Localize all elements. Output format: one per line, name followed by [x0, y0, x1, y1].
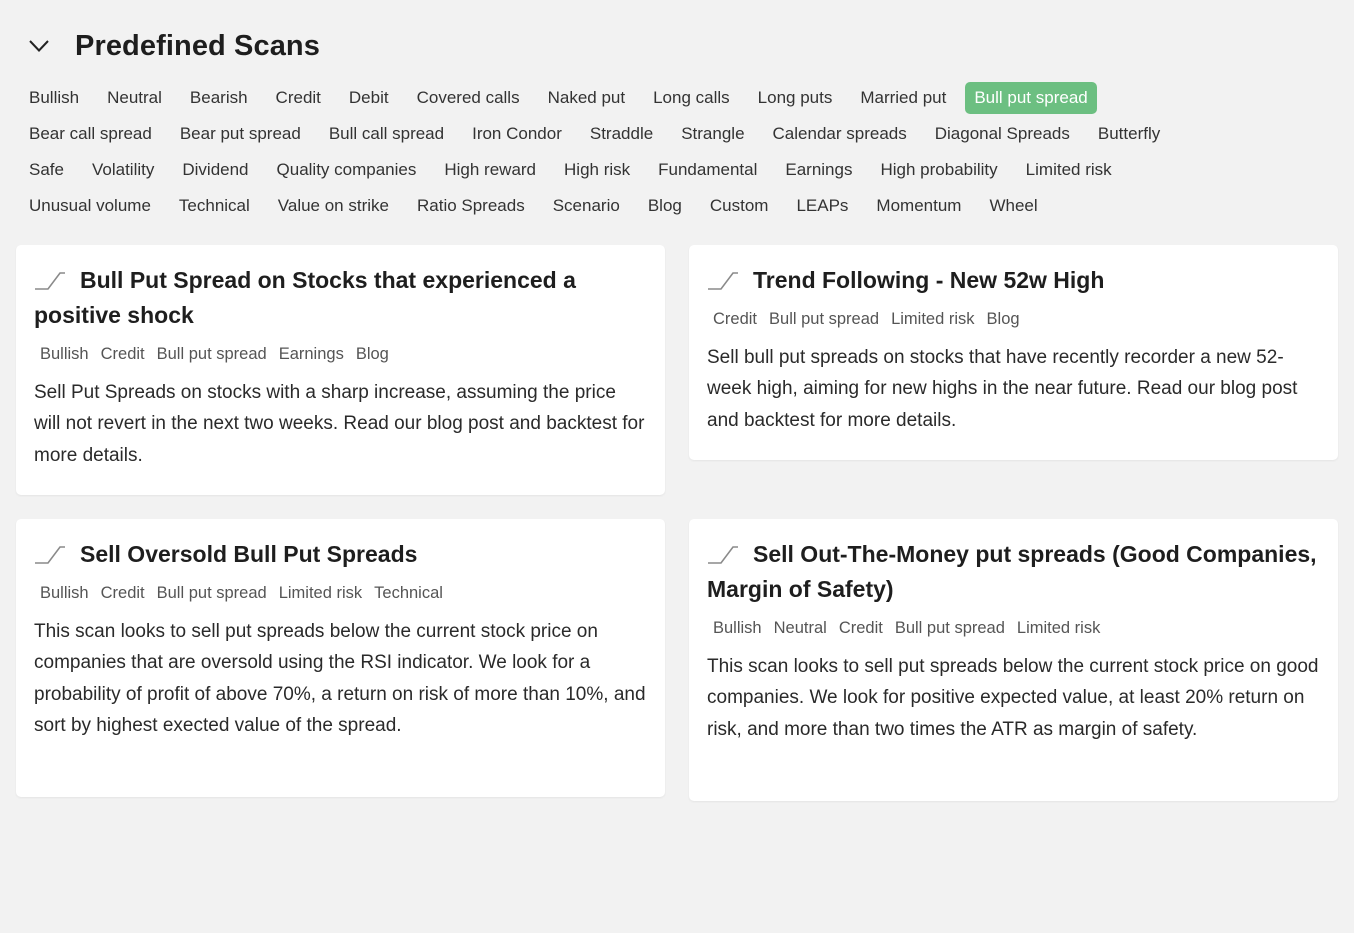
tag-bull-put-spread[interactable]: Bull put spread [151, 341, 273, 367]
bull-put-spread-payoff-icon [707, 265, 739, 290]
tag-limited-risk[interactable]: Limited risk [1011, 615, 1106, 641]
filter-row: Unusual volume Technical Value on strike Ra… [20, 190, 1340, 222]
filter-chip-scenario[interactable]: Scenario [544, 190, 629, 222]
scan-card[interactable]: Bull Put Spread on Stocks that experienc… [16, 245, 665, 495]
filter-chip-long-puts[interactable]: Long puts [749, 82, 842, 114]
filter-chip-bull-call-spread[interactable]: Bull call spread [320, 118, 453, 150]
filter-chip-butterfly[interactable]: Butterfly [1089, 118, 1169, 150]
filter-chip-bull-put-spread[interactable]: Bull put spread [965, 82, 1097, 114]
tag-bull-put-spread[interactable]: Bull put spread [889, 615, 1011, 641]
filter-chip-blog[interactable]: Blog [639, 190, 691, 222]
filter-chip-earnings[interactable]: Earnings [776, 154, 861, 186]
filter-chip-ratio-spreads[interactable]: Ratio Spreads [408, 190, 534, 222]
tag-blog[interactable]: Blog [981, 306, 1026, 332]
scan-card[interactable]: Trend Following - New 52w High Credit Bul… [689, 245, 1338, 460]
chevron-down-icon[interactable] [28, 35, 50, 57]
filter-chip-limited-risk[interactable]: Limited risk [1017, 154, 1121, 186]
filter-chip-technical[interactable]: Technical [170, 190, 259, 222]
filter-chip-diagonal-spreads[interactable]: Diagonal Spreads [926, 118, 1079, 150]
card-description: Sell Put Spreads on stocks with a sharp … [34, 382, 645, 466]
tag-bull-put-spread[interactable]: Bull put spread [763, 306, 885, 332]
filter-chip-calendar-spreads[interactable]: Calendar spreads [764, 118, 916, 150]
filter-chip-value-on-strike[interactable]: Value on strike [269, 190, 398, 222]
tag-credit[interactable]: Credit [95, 580, 151, 606]
card-description: This scan looks to sell put spreads belo… [707, 656, 1319, 740]
card-tags: Credit Bull put spread Limited risk Blog [707, 306, 1320, 332]
tag-neutral[interactable]: Neutral [768, 615, 833, 641]
filter-chip-wheel[interactable]: Wheel [980, 190, 1046, 222]
filter-chip-bear-put-spread[interactable]: Bear put spread [171, 118, 310, 150]
filter-chip-safe[interactable]: Safe [20, 154, 73, 186]
filter-chip-neutral[interactable]: Neutral [98, 82, 171, 114]
filter-chip-naked-put[interactable]: Naked put [539, 82, 635, 114]
bull-put-spread-payoff-icon [34, 539, 66, 564]
bull-put-spread-payoff-icon [707, 539, 739, 564]
tag-bullish[interactable]: Bullish [34, 341, 95, 367]
tag-credit[interactable]: Credit [833, 615, 889, 641]
filter-chip-custom[interactable]: Custom [701, 190, 778, 222]
filter-chip-volatility[interactable]: Volatility [83, 154, 163, 186]
filter-chip-long-calls[interactable]: Long calls [644, 82, 739, 114]
card-title: Trend Following - New 52w High [707, 263, 1320, 298]
filter-chip-straddle[interactable]: Straddle [581, 118, 662, 150]
filter-row: Bullish Neutral Bearish Credit Debit Covered … [20, 82, 1340, 114]
tag-credit[interactable]: Credit [707, 306, 763, 332]
card-tags: Bullish Credit Bull put spread Earnings Blog [34, 341, 647, 367]
filter-chip-quality-companies[interactable]: Quality companies [268, 154, 426, 186]
card-title: Bull Put Spread on Stocks that experienc… [34, 265, 576, 328]
filter-chip-credit[interactable]: Credit [267, 82, 330, 114]
filter-chips: Bullish Neutral Bearish Credit Debit Covered … [20, 82, 1340, 226]
filter-chip-leaps[interactable]: LEAPs [787, 190, 857, 222]
page-title: Predefined Scans [75, 29, 320, 62]
filter-chip-strangle[interactable]: Strangle [672, 118, 753, 150]
tag-limited-risk[interactable]: Limited risk [273, 580, 368, 606]
filter-chip-high-reward[interactable]: High reward [435, 154, 545, 186]
card-title: Sell Oversold Bull Put Spreads [34, 537, 647, 572]
filter-chip-bullish[interactable]: Bullish [20, 82, 88, 114]
tag-earnings[interactable]: Earnings [273, 341, 350, 367]
card-description: This scan looks to sell put spreads belo… [34, 621, 646, 736]
card-tags: Bullish Neutral Credit Bull put spread Limit… [707, 615, 1320, 641]
filter-row: Safe Volatility Dividend Quality companies H… [20, 154, 1340, 186]
bull-put-spread-payoff-icon [34, 265, 66, 290]
filter-chip-unusual-volume[interactable]: Unusual volume [20, 190, 160, 222]
filter-chip-covered-calls[interactable]: Covered calls [408, 82, 529, 114]
filter-chip-debit[interactable]: Debit [340, 82, 398, 114]
filter-chip-high-probability[interactable]: High probability [871, 154, 1006, 186]
filter-chip-dividend[interactable]: Dividend [173, 154, 257, 186]
tag-bullish[interactable]: Bullish [707, 615, 768, 641]
section-header: Predefined Scans [28, 28, 320, 64]
tag-bull-put-spread[interactable]: Bull put spread [151, 580, 273, 606]
filter-chip-iron-condor[interactable]: Iron Condor [463, 118, 571, 150]
filter-chip-momentum[interactable]: Momentum [867, 190, 970, 222]
card-description: Sell bull put spreads on stocks that hav… [707, 347, 1298, 431]
tag-bullish[interactable]: Bullish [34, 580, 95, 606]
filter-chip-bearish[interactable]: Bearish [181, 82, 257, 114]
filter-chip-high-risk[interactable]: High risk [555, 154, 639, 186]
tag-credit[interactable]: Credit [95, 341, 151, 367]
filter-chip-bear-call-spread[interactable]: Bear call spread [20, 118, 161, 150]
scan-card[interactable]: Sell Out-The-Money put spreads (Good Com… [689, 519, 1338, 801]
filter-chip-married-put[interactable]: Married put [851, 82, 955, 114]
card-title: Sell Out-The-Money put spreads (Good Com… [707, 539, 1317, 602]
scan-card[interactable]: Sell Oversold Bull Put Spreads Bullish Cr… [16, 519, 665, 797]
filter-chip-fundamental[interactable]: Fundamental [649, 154, 766, 186]
tag-blog[interactable]: Blog [350, 341, 395, 367]
filter-row: Bear call spread Bear put spread Bull call… [20, 118, 1340, 150]
tag-technical[interactable]: Technical [368, 580, 449, 606]
card-tags: Bullish Credit Bull put spread Limited risk… [34, 580, 647, 606]
tag-limited-risk[interactable]: Limited risk [885, 306, 980, 332]
